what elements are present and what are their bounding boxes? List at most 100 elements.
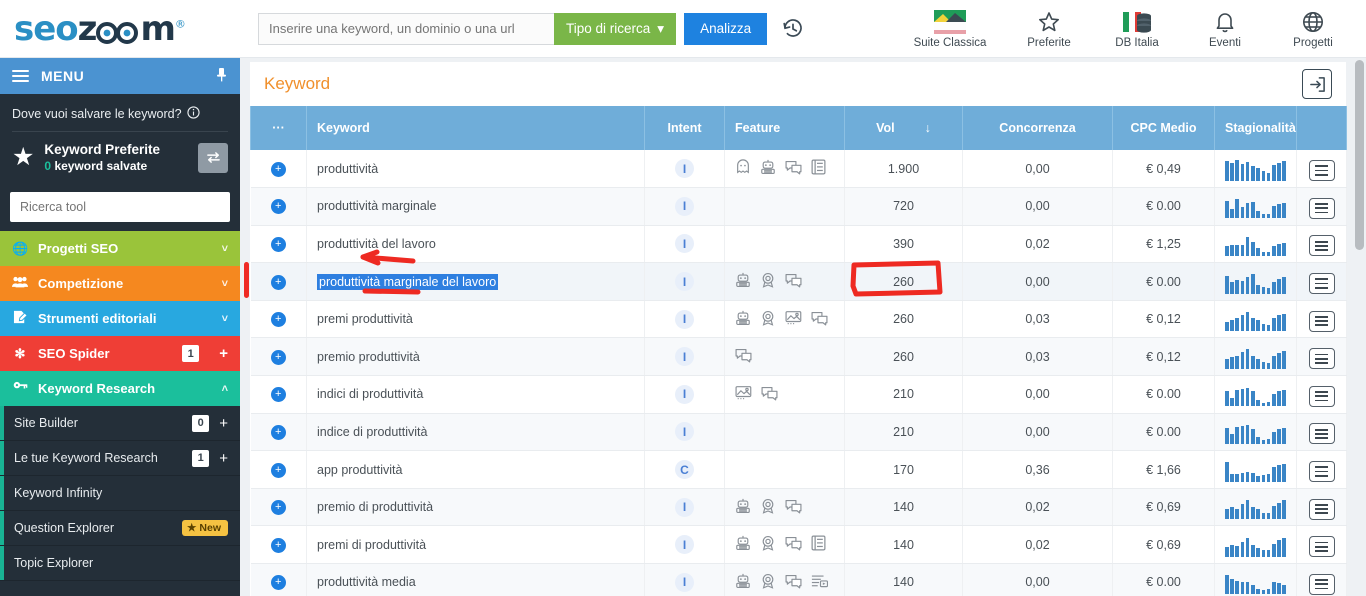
row-add-cell[interactable]: + <box>251 300 307 338</box>
tool-search-input[interactable] <box>10 192 230 222</box>
row-actions-cell[interactable] <box>1297 564 1347 596</box>
topnav-item-db-italia[interactable]: DB Italia <box>1106 8 1168 49</box>
table-row[interactable]: +premi di produttivitàI1400,02€ 0,69 <box>251 526 1347 564</box>
row-keyword-cell[interactable]: produttività media <box>307 564 645 596</box>
row-keyword-cell[interactable]: app produttività <box>307 451 645 489</box>
badge-icon[interactable] <box>760 272 776 291</box>
row-seasonality-cell[interactable] <box>1215 188 1297 226</box>
sidebar-item-progetti-seo[interactable]: 🌐 Progetti SEO ˅ <box>0 231 240 266</box>
row-keyword-cell[interactable]: produttività marginale del lavoro <box>307 263 645 301</box>
badge-icon[interactable] <box>760 310 776 329</box>
topnav-item-preferite[interactable]: Preferite <box>1018 8 1080 49</box>
sidebar-item-le-tue-keyword-research[interactable]: Le tue Keyword Research 1 + <box>0 441 240 476</box>
row-add-cell[interactable]: + <box>251 526 307 564</box>
sidebar-item-question-explorer[interactable]: Question Explorer ★ New <box>0 511 240 546</box>
topnav-item-suite-classica[interactable]: Suite Classica <box>908 8 992 49</box>
row-menu-icon[interactable] <box>1309 273 1335 294</box>
keyword-text[interactable]: produttività media <box>317 575 416 589</box>
hamburger-icon[interactable] <box>12 70 29 83</box>
add-button[interactable]: + <box>219 415 228 432</box>
row-add-cell[interactable]: + <box>251 150 307 188</box>
keyword-favorites-block[interactable]: ★ Keyword Preferite 0 keyword salvate <box>0 132 240 187</box>
row-actions-cell[interactable] <box>1297 188 1347 226</box>
robot-icon[interactable] <box>735 310 751 329</box>
row-keyword-cell[interactable]: indice di produttività <box>307 413 645 451</box>
logo[interactable]: seozm® <box>0 0 250 58</box>
row-keyword-cell[interactable]: produttività marginale <box>307 188 645 226</box>
row-seasonality-cell[interactable] <box>1215 300 1297 338</box>
add-keyword-icon[interactable]: + <box>271 275 286 290</box>
row-actions-cell[interactable] <box>1297 300 1347 338</box>
sidebar-item-keyword-infinity[interactable]: Keyword Infinity <box>0 476 240 511</box>
row-seasonality-cell[interactable] <box>1215 263 1297 301</box>
row-seasonality-cell[interactable] <box>1215 413 1297 451</box>
table-row[interactable]: +produttività mediaI1400,00€ 0.00 <box>251 564 1347 596</box>
search-input[interactable] <box>258 13 554 45</box>
table-row[interactable]: +premio di produttivitàI1400,02€ 0,69 <box>251 488 1347 526</box>
sidebar-item-seo-spider[interactable]: ✻ SEO Spider 1 + <box>0 336 240 371</box>
keyword-text[interactable]: app produttività <box>317 463 402 477</box>
add-keyword-icon[interactable]: + <box>271 237 286 252</box>
column-header-options[interactable]: ··· <box>251 106 307 150</box>
row-menu-icon[interactable] <box>1309 499 1335 520</box>
row-add-cell[interactable]: + <box>251 188 307 226</box>
search-type-dropdown[interactable]: Tipo di ricerca ▾ <box>554 13 676 45</box>
history-icon[interactable] <box>781 17 805 41</box>
sidebar-menu-header[interactable]: MENU <box>0 58 240 94</box>
row-seasonality-cell[interactable] <box>1215 150 1297 188</box>
list-icon[interactable] <box>811 159 826 178</box>
add-button[interactable]: + <box>219 450 228 467</box>
add-keyword-icon[interactable]: + <box>271 500 286 515</box>
row-menu-icon[interactable] <box>1309 198 1335 219</box>
topnav-item-eventi[interactable]: Eventi <box>1194 8 1256 49</box>
row-actions-cell[interactable] <box>1297 526 1347 564</box>
robot-icon[interactable] <box>735 535 751 554</box>
column-header-intent[interactable]: Intent <box>645 106 725 150</box>
row-seasonality-cell[interactable] <box>1215 488 1297 526</box>
list-icon[interactable] <box>811 535 826 554</box>
chat-bubbles-icon[interactable] <box>785 159 802 178</box>
column-header-stagionalita[interactable]: Stagionalità <box>1215 106 1297 150</box>
vertical-scrollbar[interactable] <box>1355 60 1364 250</box>
sidebar-item-strumenti-editoriali[interactable]: Strumenti editoriali ˅ <box>0 301 240 336</box>
row-actions-cell[interactable] <box>1297 451 1347 489</box>
sidebar-item-keyword-research[interactable]: Keyword Research ˄ <box>0 371 240 406</box>
row-seasonality-cell[interactable] <box>1215 451 1297 489</box>
row-actions-cell[interactable] <box>1297 150 1347 188</box>
row-keyword-cell[interactable]: produttività <box>307 150 645 188</box>
robot-icon[interactable] <box>760 159 776 178</box>
add-keyword-icon[interactable]: + <box>271 199 286 214</box>
row-menu-icon[interactable] <box>1309 160 1335 181</box>
row-add-cell[interactable]: + <box>251 225 307 263</box>
row-add-cell[interactable]: + <box>251 413 307 451</box>
keyword-text[interactable]: premi produttività <box>317 312 413 326</box>
image-icon[interactable] <box>785 310 802 329</box>
keyword-text[interactable]: produttività <box>317 162 378 176</box>
add-keyword-icon[interactable]: + <box>271 538 286 553</box>
row-seasonality-cell[interactable] <box>1215 564 1297 596</box>
column-header-keyword[interactable]: Keyword <box>307 106 645 150</box>
column-header-feature[interactable]: Feature <box>725 106 845 150</box>
row-keyword-cell[interactable]: premi di produttività <box>307 526 645 564</box>
table-row[interactable]: +premio produttivitàI2600,03€ 0,12 <box>251 338 1347 376</box>
table-row[interactable]: +produttivitàI1.9000,00€ 0,49 <box>251 150 1347 188</box>
row-menu-icon[interactable] <box>1309 536 1335 557</box>
row-menu-icon[interactable] <box>1309 311 1335 332</box>
column-header-cpc-medio[interactable]: CPC Medio <box>1113 106 1215 150</box>
row-keyword-cell[interactable]: premio di produttività <box>307 488 645 526</box>
keyword-text[interactable]: premi di produttività <box>317 538 426 552</box>
topnav-item-progetti[interactable]: Progetti <box>1282 8 1344 49</box>
row-menu-icon[interactable] <box>1309 348 1335 369</box>
add-button[interactable]: + <box>219 345 228 362</box>
chat-bubbles-icon[interactable] <box>811 310 828 329</box>
add-keyword-icon[interactable]: + <box>271 463 286 478</box>
sidebar-item-topic-explorer[interactable]: Topic Explorer <box>0 546 240 581</box>
column-header-concorrenza[interactable]: Concorrenza <box>963 106 1113 150</box>
export-icon[interactable] <box>1302 69 1332 99</box>
chat-bubbles-icon[interactable] <box>761 385 778 404</box>
row-actions-cell[interactable] <box>1297 376 1347 414</box>
add-keyword-icon[interactable]: + <box>271 575 286 590</box>
keyword-text[interactable]: premio di produttività <box>317 500 433 514</box>
row-keyword-cell[interactable]: indici di produttività <box>307 376 645 414</box>
analyze-button[interactable]: Analizza <box>684 13 767 45</box>
